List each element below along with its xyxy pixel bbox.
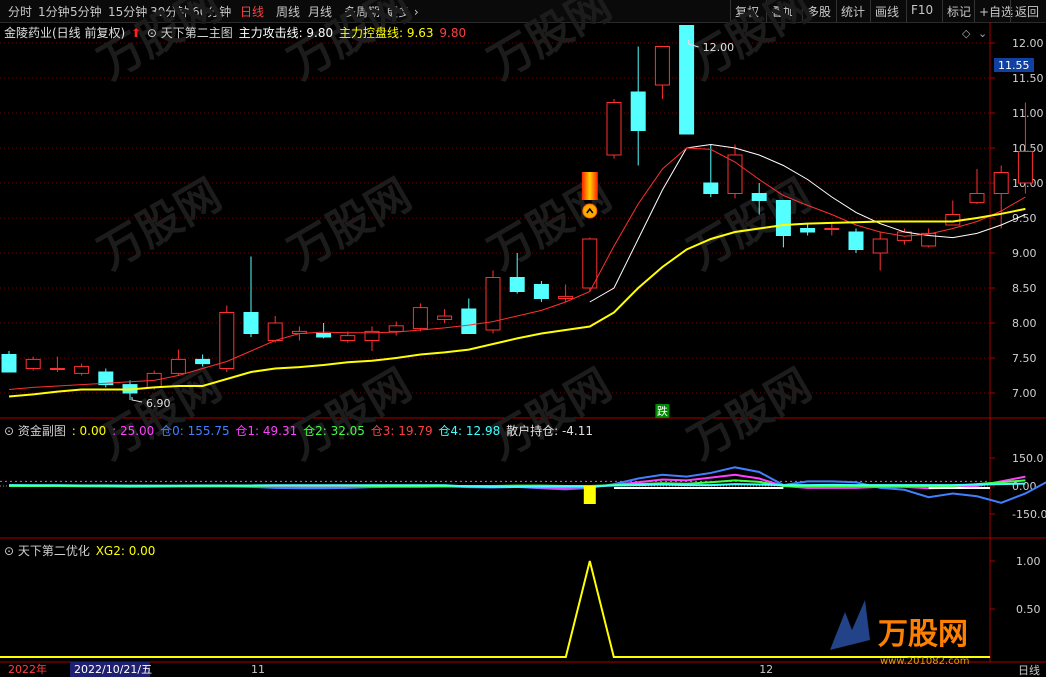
candle[interactable] bbox=[993, 172, 1009, 194]
candle[interactable] bbox=[775, 200, 791, 236]
fund-info-bar-part-4: 仓1: 49.31 bbox=[231, 424, 298, 438]
brand-logo-text: 万股网 bbox=[878, 617, 968, 652]
watermark-text: 万股网 bbox=[480, 359, 620, 469]
fund-info-bar-part-2: : 25.00 bbox=[108, 424, 155, 438]
fund-info-bar-part-7: 仓4: 12.98 bbox=[434, 424, 501, 438]
candle[interactable] bbox=[848, 231, 864, 250]
watermark-text: 万股网 bbox=[680, 359, 820, 469]
y-tick-label: 7.00 bbox=[1012, 387, 1037, 400]
brand-url-text: www.201082.com bbox=[880, 656, 970, 667]
candle[interactable] bbox=[170, 358, 186, 374]
candle[interactable] bbox=[606, 102, 622, 156]
diamond-icon: ◇ bbox=[962, 27, 971, 40]
candle[interactable] bbox=[945, 214, 961, 226]
opt-y-tick-label: 1.00 bbox=[1016, 555, 1041, 568]
candle[interactable] bbox=[872, 238, 888, 254]
candle[interactable] bbox=[1, 354, 17, 373]
opt-info-bar: ⊙ 天下第二优化 XG2: 0.00 bbox=[4, 542, 157, 559]
fund-info-bar: ⊙ 资金副图 : 0.00 : 25.00 仓0: 155.75 仓1: 49.… bbox=[4, 422, 595, 439]
main-info-bar-part-2[interactable]: ⊙ 天下第二主图 bbox=[143, 26, 233, 40]
y-tick-label: 9.00 bbox=[1012, 247, 1037, 260]
watermark-text: 万股网 bbox=[90, 169, 230, 279]
fund-info-bar-part-8: 散户持仓: -4.11 bbox=[502, 424, 594, 438]
fund-info-bar-part-5: 仓2: 32.05 bbox=[299, 424, 365, 438]
fund-signal-bar bbox=[583, 486, 596, 504]
candle[interactable] bbox=[243, 312, 259, 334]
watermark-text: 万股网 bbox=[480, 0, 620, 90]
opt-info-bar-part-0[interactable]: ⊙ 天下第二优化 bbox=[4, 544, 90, 558]
y-tick-label: 8.50 bbox=[1012, 282, 1037, 295]
watermark-text: 万股网 bbox=[680, 0, 820, 90]
candle[interactable] bbox=[824, 228, 840, 230]
candle[interactable] bbox=[751, 193, 767, 201]
candle[interactable] bbox=[195, 358, 211, 365]
candle[interactable] bbox=[582, 238, 598, 289]
candle[interactable] bbox=[654, 46, 670, 86]
watermark-text: 万股网 bbox=[280, 359, 420, 469]
low-price-label: 6.90 bbox=[146, 397, 171, 410]
period-status-label: 日线 bbox=[1018, 663, 1040, 677]
main-info-bar: 金陵药业(日线 前复权) ⬆ ⊙ 天下第二主图 主力攻击线: 9.80 主力控盘… bbox=[4, 24, 468, 41]
candle[interactable] bbox=[74, 365, 90, 374]
main-info-bar-part-0: 金陵药业(日线 前复权) bbox=[4, 26, 126, 40]
y-tick-label: 11.00 bbox=[1012, 107, 1044, 120]
watermark-text: 万股网 bbox=[280, 169, 420, 279]
fund-info-bar-part-6: 仓3: 19.79 bbox=[366, 424, 433, 438]
stock-chart[interactable]: 12.0011.5011.0010.5010.009.509.008.508.0… bbox=[0, 0, 1046, 677]
fund-y-tick-label: 150.0 bbox=[1012, 452, 1044, 465]
chevron-down-icon: ⌄ bbox=[978, 27, 987, 40]
candle[interactable] bbox=[437, 315, 453, 320]
candle[interactable] bbox=[558, 295, 574, 299]
y-tick-label: 12.00 bbox=[1012, 37, 1044, 50]
candle[interactable] bbox=[727, 154, 743, 194]
candle[interactable] bbox=[703, 182, 719, 194]
y-tick-label: 8.00 bbox=[1012, 317, 1037, 330]
opt-info-bar-part-1: XG2: 0.00 bbox=[91, 544, 156, 558]
sell-signal-text: 跌 bbox=[657, 404, 668, 418]
main-info-bar-part-5: 9.80 bbox=[435, 26, 467, 40]
candle[interactable] bbox=[388, 325, 404, 332]
candle[interactable] bbox=[509, 277, 525, 292]
candle[interactable] bbox=[340, 335, 356, 342]
logo-icon bbox=[830, 600, 870, 650]
watermark-text: 万股网 bbox=[90, 0, 230, 90]
buy-signal-bar bbox=[581, 172, 598, 200]
candle[interactable] bbox=[25, 358, 41, 369]
candle[interactable] bbox=[630, 91, 646, 131]
main-info-bar-part-4: 主力控盘线: 9.63 bbox=[335, 26, 434, 40]
month-label: 12 bbox=[759, 663, 773, 676]
watermark-text: 万股网 bbox=[280, 0, 420, 90]
fund-y-tick-label: -150.0 bbox=[1012, 508, 1046, 521]
main-info-bar-part-1: ⬆ bbox=[127, 26, 142, 40]
month-label: 11 bbox=[251, 663, 265, 676]
opt-y-tick-label: 0.50 bbox=[1016, 603, 1041, 616]
current-price-label: 11.55 bbox=[998, 59, 1030, 72]
candle[interactable] bbox=[316, 333, 332, 338]
y-tick-label: 7.50 bbox=[1012, 352, 1037, 365]
candle[interactable] bbox=[412, 307, 428, 330]
fund-info-bar-part-1: : 0.00 bbox=[67, 424, 107, 438]
candle[interactable] bbox=[969, 193, 985, 204]
fund-info-bar-part-0[interactable]: ⊙ 资金副图 bbox=[4, 424, 66, 438]
cursor-date-label: 2022/10/21/五 bbox=[74, 663, 152, 676]
candle[interactable] bbox=[219, 312, 235, 369]
high-price-label: 12.00 bbox=[703, 41, 735, 54]
fund-info-bar-part-3: 仓0: 155.75 bbox=[156, 424, 230, 438]
candle[interactable] bbox=[461, 308, 477, 334]
y-tick-label: 11.50 bbox=[1012, 72, 1044, 85]
candle[interactable] bbox=[267, 322, 283, 341]
candle[interactable] bbox=[800, 228, 816, 233]
watermark-text: 万股网 bbox=[480, 169, 620, 279]
candle[interactable] bbox=[679, 25, 695, 135]
candle[interactable] bbox=[49, 368, 65, 370]
candle[interactable] bbox=[533, 284, 549, 299]
buy-signal-circle bbox=[582, 203, 598, 219]
main-info-bar-part-3: 主力攻击线: 9.80 bbox=[234, 26, 334, 40]
candle[interactable] bbox=[1017, 151, 1033, 184]
year-label: 2022年 bbox=[8, 662, 47, 676]
